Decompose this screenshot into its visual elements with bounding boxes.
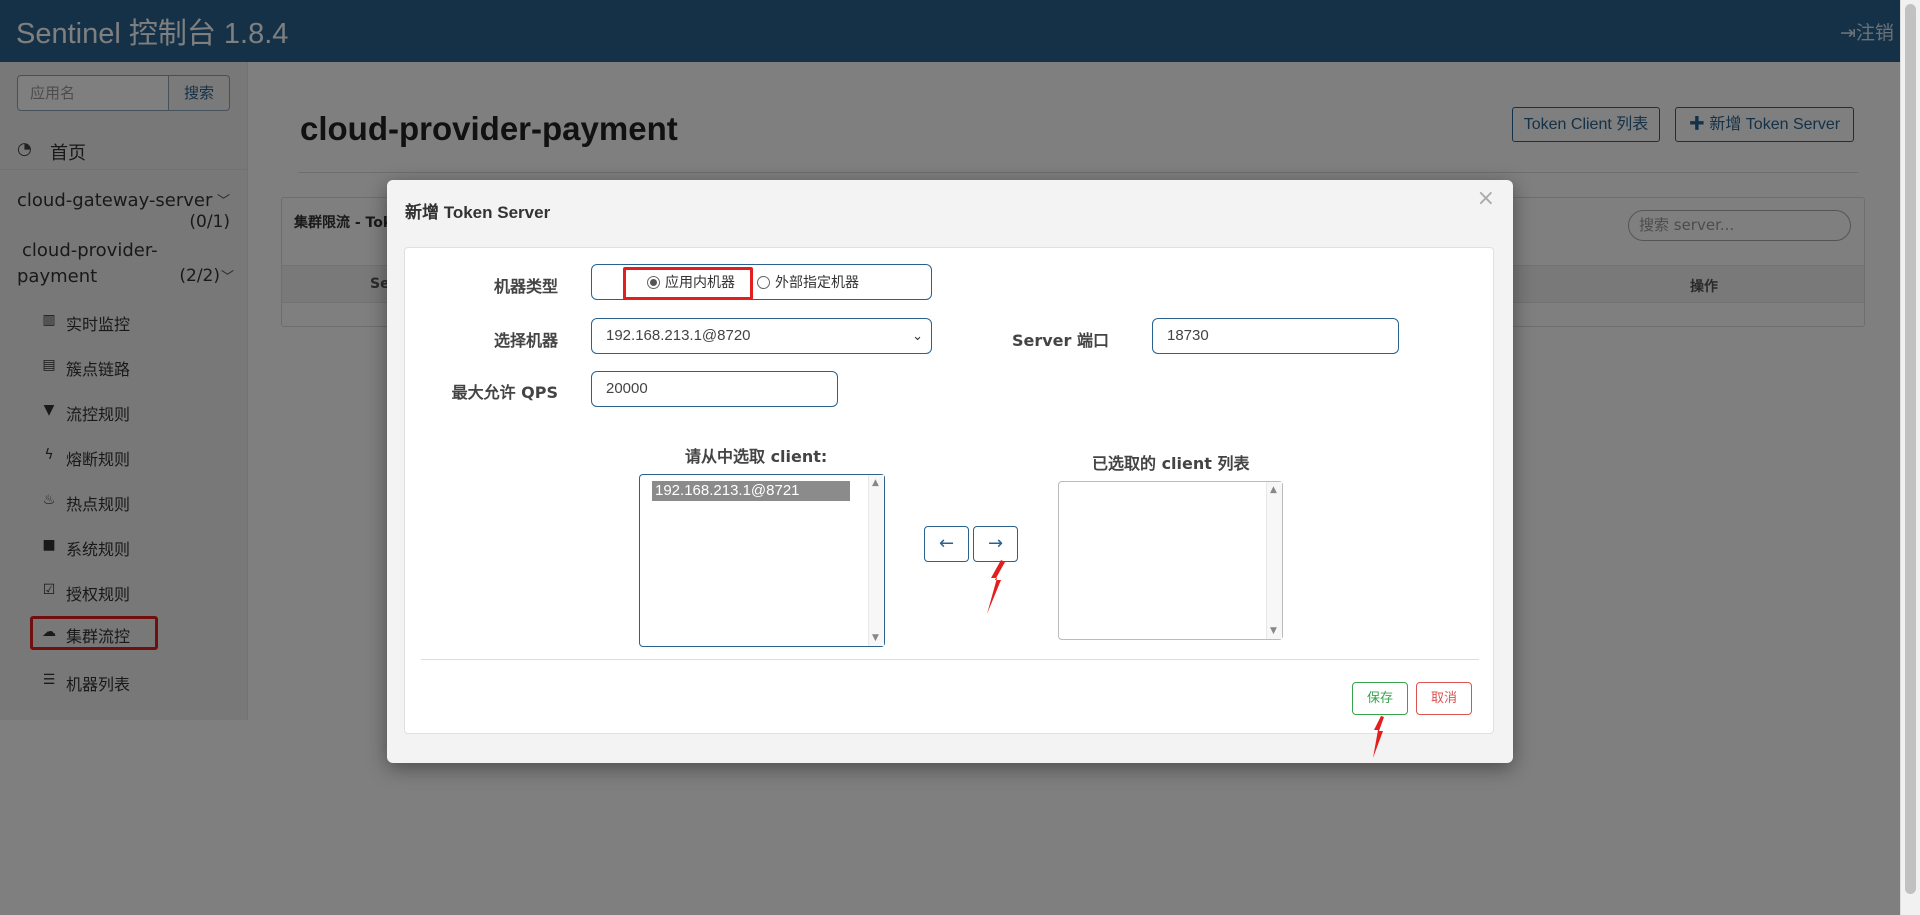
selected-clients-list[interactable]: ▲ ▼ [1058,481,1283,640]
select-machine-value: 192.168.213.1@8720 [606,327,751,344]
divider [421,659,1479,660]
max-qps-input[interactable]: 20000 [591,371,838,407]
scroll-down-icon: ▼ [1270,626,1277,636]
server-port-input[interactable]: 18730 [1152,318,1399,354]
select-machine-label: 选择机器 [493,331,558,350]
select-machine-dropdown[interactable]: 192.168.213.1@8720 ⌄ [591,318,932,354]
modal-body: 机器类型 应用内机器 外部指定机器 选择机器 192.168.213.1@872… [404,247,1494,734]
scrollbar-thumb[interactable] [1905,4,1916,894]
scroll-down-icon: ▼ [872,633,879,643]
available-clients-title: 请从中选取 client: [685,447,828,466]
scroll-up-icon: ▲ [1270,485,1277,495]
radio-external-machine[interactable]: 外部指定机器 [757,272,859,292]
annotation-arrow-icon [987,560,1005,614]
selected-clients-title: 已选取的 client 列表 [1092,454,1250,473]
radio-unchecked-icon [757,275,770,289]
client-option[interactable]: 192.168.213.1@8721 [652,481,850,501]
max-qps-label: 最大允许 QPS [451,383,558,402]
page-scrollbar[interactable] [1900,0,1920,915]
list-scrollbar[interactable]: ▲ ▼ [1266,482,1282,639]
highlight-box [623,267,753,300]
annotation-arrow-icon [1373,716,1384,758]
modal-title: 新增 Token Server [405,203,551,222]
cancel-button[interactable]: 取消 [1416,682,1472,715]
available-clients-list[interactable]: 192.168.213.1@8721 ▲ ▼ [639,474,885,647]
radio-label: 外部指定机器 [775,275,859,291]
scroll-up-icon: ▲ [872,478,879,488]
machine-type-label: 机器类型 [493,277,558,296]
server-port-label: Server 端口 [1011,331,1109,350]
save-button[interactable]: 保存 [1352,682,1408,715]
list-scrollbar[interactable]: ▲ ▼ [868,475,884,646]
move-left-button[interactable]: ← [924,526,969,562]
chevron-down-icon: ⌄ [912,328,923,343]
add-token-server-modal: 新增 Token Server × 机器类型 应用内机器 外部指定机器 选择机器… [387,180,1513,763]
close-icon[interactable]: × [1477,186,1495,211]
